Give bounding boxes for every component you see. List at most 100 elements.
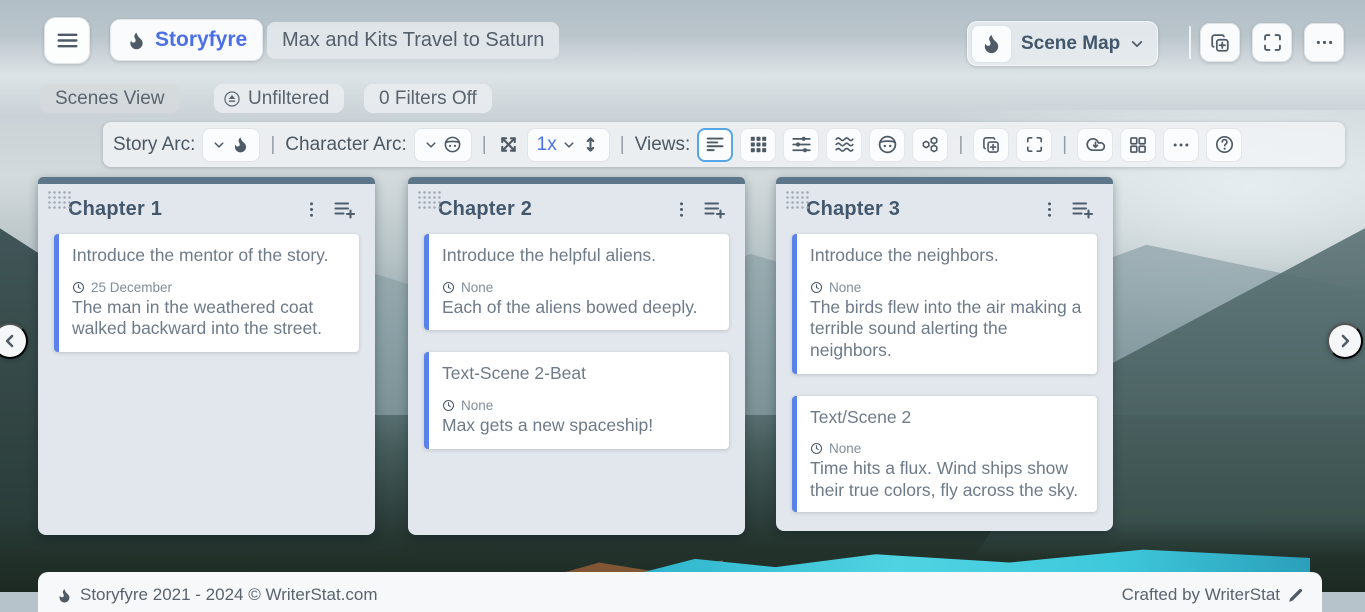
apps-grid-button[interactable] — [1120, 128, 1156, 162]
filters-count-label: 0 Filters Off — [379, 88, 477, 110]
book-title[interactable]: Max and Kits Travel to Saturn — [267, 22, 559, 59]
duplicate-scene-button[interactable] — [973, 128, 1009, 162]
scene-title: Introduce the mentor of the story. — [72, 245, 347, 267]
scene-map-flame-button[interactable] — [971, 25, 1012, 63]
story-arc-selector[interactable] — [202, 128, 260, 162]
ninja-face-icon — [877, 134, 898, 155]
view-waves-button[interactable] — [826, 128, 862, 162]
toolbar-separator: | — [267, 134, 278, 156]
duplicate-button[interactable] — [1200, 23, 1240, 62]
kebab-menu-icon[interactable] — [666, 199, 697, 220]
add-scene-icon[interactable] — [1065, 197, 1099, 221]
chevron-down-icon — [562, 138, 576, 152]
scene-title: Text-Scene 2-Beat — [442, 363, 717, 385]
chevron-down-icon — [424, 138, 438, 152]
grid-3x3-icon — [748, 134, 769, 155]
nodes-icon — [920, 134, 941, 155]
scene-time: None — [461, 280, 493, 295]
toolbar-more-button[interactable] — [1163, 128, 1199, 162]
hamburger-icon — [55, 28, 80, 53]
view-list-button[interactable] — [697, 128, 733, 162]
eject-icon — [223, 90, 241, 108]
scale-value: 1x — [537, 134, 557, 156]
scene-card[interactable]: Text/Scene 2 None Time hits a flux. Wind… — [792, 396, 1097, 512]
copy-plus-icon — [981, 135, 1001, 155]
chevron-left-icon — [0, 331, 20, 351]
sliders-icon — [791, 134, 812, 155]
add-scene-icon[interactable] — [697, 197, 731, 221]
footer-credit: Crafted by WriterStat — [1122, 585, 1280, 605]
scene-body: The birds flew into the air making a ter… — [810, 297, 1085, 362]
scene-time: None — [829, 441, 861, 456]
filters-count-chip[interactable]: 0 Filters Off — [364, 84, 492, 113]
more-options-button[interactable] — [1304, 23, 1344, 62]
kebab-menu-icon[interactable] — [1034, 199, 1065, 220]
clock-icon — [810, 442, 823, 455]
add-scene-icon[interactable] — [327, 197, 361, 221]
scene-card[interactable]: Introduce the helpful aliens. None Each … — [424, 234, 729, 330]
scene-body: Max gets a new spaceship! — [442, 415, 717, 437]
flame-icon — [231, 135, 250, 154]
flame-icon — [126, 30, 147, 51]
pencil-icon[interactable] — [1287, 587, 1304, 604]
view-character-button[interactable] — [869, 128, 905, 162]
fullscreen-icon — [1025, 135, 1044, 154]
scale-selector[interactable]: 1x — [527, 128, 610, 162]
waves-icon — [834, 134, 855, 155]
flame-icon — [56, 587, 73, 604]
drag-handle-icon[interactable] — [417, 190, 442, 210]
help-button[interactable] — [1206, 128, 1242, 162]
fullscreen-board-button[interactable] — [1016, 128, 1052, 162]
expand-arrows-icon[interactable] — [497, 133, 520, 156]
scene-body: Each of the aliens bowed deeply. — [442, 297, 717, 319]
filter-state-label: Unfiltered — [248, 88, 329, 110]
ellipsis-icon — [1171, 135, 1191, 155]
views-label: Views: — [635, 134, 691, 156]
scene-map-label: Scene Map — [1021, 33, 1120, 55]
kebab-menu-icon[interactable] — [296, 199, 327, 220]
brand-button[interactable]: Storyfyre — [110, 19, 263, 61]
cloud-download-button[interactable] — [1077, 128, 1113, 162]
clock-icon — [72, 281, 85, 294]
scene-card[interactable]: Introduce the neighbors. None The birds … — [792, 234, 1097, 374]
view-nodes-button[interactable] — [912, 128, 948, 162]
scene-time: 25 December — [91, 280, 172, 295]
scroll-right-button[interactable] — [1327, 323, 1363, 359]
scene-title: Text/Scene 2 — [810, 407, 1085, 429]
brand-label: Storyfyre — [155, 28, 247, 52]
toolbar-separator: | — [617, 134, 628, 156]
menu-button[interactable] — [44, 17, 90, 64]
chapter-column: Chapter 3 Introduce the neighbors. None … — [776, 177, 1113, 531]
scene-body: Time hits a flux. Wind ships show their … — [810, 458, 1085, 501]
view-grid-button[interactable] — [740, 128, 776, 162]
chevron-right-icon — [1335, 331, 1355, 351]
help-icon — [1214, 134, 1235, 155]
scene-card[interactable]: Introduce the mentor of the story. 25 De… — [54, 234, 359, 352]
toolbar-separator: | — [955, 134, 966, 156]
character-arc-selector[interactable] — [414, 128, 472, 162]
header-separator — [1189, 26, 1191, 59]
clock-icon — [442, 281, 455, 294]
column-title: Chapter 3 — [806, 198, 1034, 221]
chapter-column: Chapter 2 Introduce the helpful aliens. … — [408, 177, 745, 535]
scene-map-selector[interactable]: Scene Map — [967, 21, 1158, 66]
fullscreen-button[interactable] — [1252, 23, 1292, 62]
scene-title: Introduce the helpful aliens. — [442, 245, 717, 267]
drag-handle-icon[interactable] — [785, 190, 810, 210]
footer: Storyfyre 2021 - 2024 © WriterStat.com C… — [38, 572, 1322, 612]
story-arc-label: Story Arc: — [113, 134, 195, 156]
column-header: Chapter 2 — [408, 184, 745, 234]
scenes-view-label: Scenes View — [55, 88, 165, 110]
filter-state-chip[interactable]: Unfiltered — [214, 84, 344, 113]
column-top-bar — [776, 177, 1113, 184]
copy-plus-icon — [1209, 32, 1231, 54]
toolbar-separator: | — [1059, 134, 1070, 156]
column-header: Chapter 3 — [776, 184, 1113, 234]
footer-copyright: Storyfyre 2021 - 2024 © WriterStat.com — [80, 585, 378, 605]
flame-icon — [980, 32, 1003, 55]
scene-card[interactable]: Text-Scene 2-Beat None Max gets a new sp… — [424, 352, 729, 448]
scenes-view-chip[interactable]: Scenes View — [40, 84, 180, 113]
drag-handle-icon[interactable] — [47, 190, 72, 210]
view-sliders-button[interactable] — [783, 128, 819, 162]
grid-2x2-icon — [1128, 135, 1148, 155]
